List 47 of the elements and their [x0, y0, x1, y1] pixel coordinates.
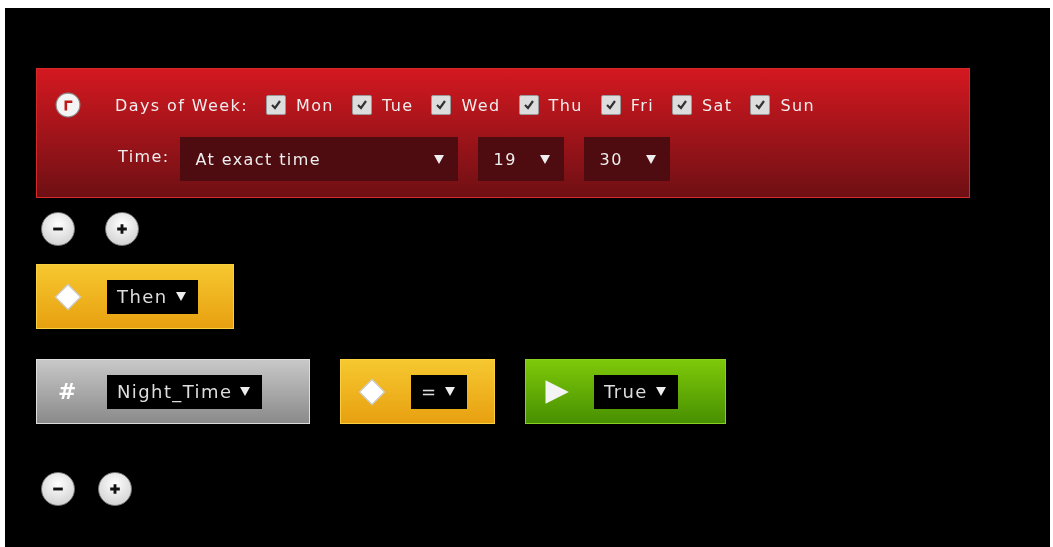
check-icon: [269, 99, 282, 111]
time-mode-dropdown[interactable]: At exact time: [179, 137, 458, 181]
check-icon: [435, 99, 448, 111]
check-icon: [754, 99, 767, 111]
clock-icon: [55, 92, 81, 118]
caret-icon: [655, 387, 666, 396]
caret-icon: [175, 292, 186, 301]
day-checkbox[interactable]: [351, 95, 372, 115]
day-checkbox[interactable]: [431, 95, 452, 115]
condition-dropdown[interactable]: True: [594, 374, 678, 409]
days-label: Days of Week:: [115, 95, 248, 115]
check-icon: [522, 99, 535, 111]
day-checkbox[interactable]: [600, 95, 621, 115]
remove-button[interactable]: [41, 472, 75, 506]
time-label: Time:: [118, 146, 170, 166]
hour-dropdown[interactable]: 19: [477, 137, 564, 181]
plus-icon: [116, 223, 128, 235]
day-checkbox[interactable]: [672, 95, 693, 115]
check-icon: [676, 99, 689, 111]
condition-dropdown[interactable]: Night_Time: [107, 374, 263, 409]
caret-icon: [445, 387, 456, 396]
day-label: Tue: [381, 95, 414, 115]
caret-icon: [433, 154, 444, 164]
caret-icon: [240, 387, 251, 396]
add-button[interactable]: [105, 212, 139, 246]
diamond-icon: [357, 376, 387, 407]
day-label: Mon: [295, 95, 334, 115]
day-checkbox[interactable]: [518, 95, 539, 115]
caret-icon: [645, 154, 656, 164]
day-label: Sat: [702, 95, 733, 115]
check-icon: [355, 99, 368, 111]
check-icon: [604, 99, 617, 111]
diamond-icon: [53, 281, 83, 312]
variable-symbol: #: [57, 379, 79, 404]
caret-icon: [539, 154, 550, 164]
day-checkbox[interactable]: [265, 95, 286, 115]
day-label: Sun: [780, 95, 816, 115]
day-checkbox[interactable]: [750, 95, 771, 115]
condition-dropdown[interactable]: =: [411, 374, 468, 409]
day-label: Fri: [630, 95, 655, 115]
then-dropdown[interactable]: Then: [107, 279, 198, 314]
add-button[interactable]: [98, 472, 132, 506]
remove-button[interactable]: [41, 212, 75, 246]
day-label: Wed: [461, 95, 501, 115]
day-label: Thu: [548, 95, 583, 115]
plus-icon: [109, 483, 121, 495]
minute-dropdown[interactable]: 30: [583, 137, 670, 181]
